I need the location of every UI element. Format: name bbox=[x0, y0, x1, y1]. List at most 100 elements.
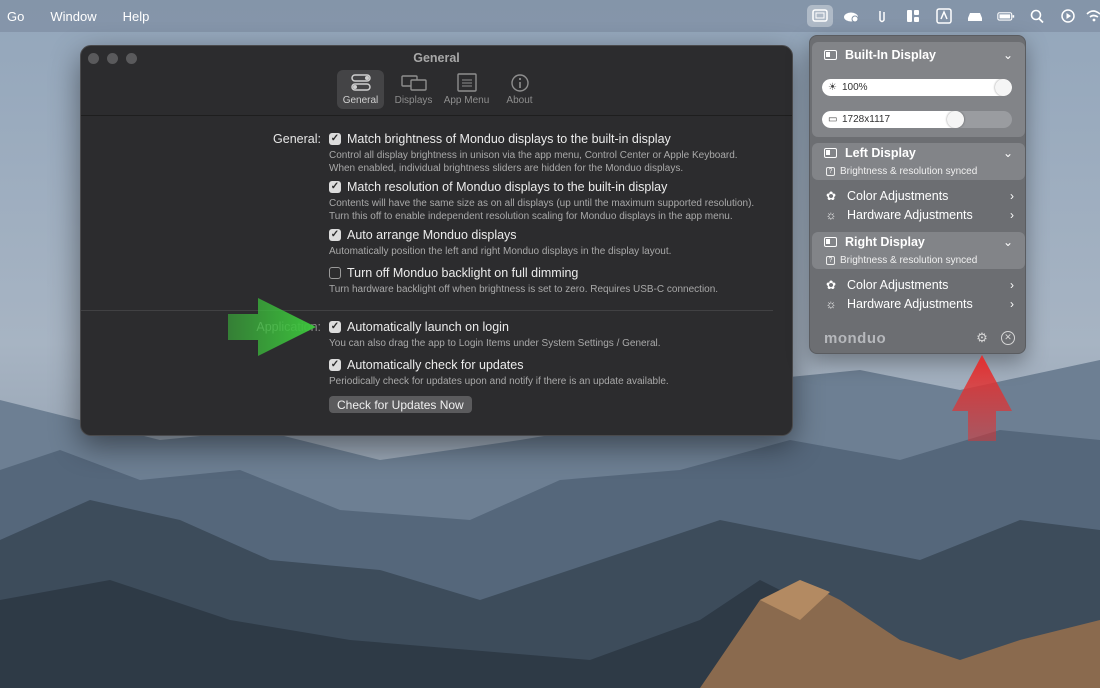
match-brightness-checkbox[interactable]: ✓ bbox=[329, 133, 341, 145]
display-screen-icon bbox=[824, 148, 837, 158]
match-resolution-desc: Contents will have the same size as on a… bbox=[329, 198, 755, 222]
toolbar-divider bbox=[81, 115, 792, 116]
right-color-adj-label: Color Adjustments bbox=[847, 278, 949, 292]
right-hw-adj-label: Hardware Adjustments bbox=[847, 297, 973, 311]
settings-window: General General Displays App Menu About … bbox=[80, 45, 793, 436]
menu-go[interactable]: Go bbox=[7, 9, 24, 24]
brightness-slider-knob[interactable] bbox=[995, 79, 1012, 96]
sun-icon: ☼ bbox=[825, 297, 837, 311]
car-icon[interactable] bbox=[962, 5, 988, 27]
left-display-header[interactable]: Left Display bbox=[824, 146, 916, 160]
menu-bar: Go Window Help bbox=[0, 0, 1100, 32]
launch-login-label: Automatically launch on login bbox=[347, 320, 509, 334]
wifi-icon[interactable] bbox=[1086, 5, 1100, 27]
section-divider bbox=[81, 310, 773, 311]
sun-icon: ☼ bbox=[825, 208, 837, 222]
app-menu-icon bbox=[456, 73, 477, 92]
option-check-updates: ✓ Automatically check for updates Period… bbox=[329, 358, 669, 389]
weather-cloud-icon[interactable] bbox=[838, 5, 864, 27]
auto-arrange-label: Auto arrange Monduo displays bbox=[347, 228, 517, 242]
popover-footer: monduo ⚙ ✕ bbox=[810, 323, 1025, 353]
launch-login-desc: You can also drag the app to Login Items… bbox=[329, 338, 661, 349]
info-box-icon: ? bbox=[826, 256, 835, 265]
match-brightness-label: Match brightness of Monduo displays to t… bbox=[347, 132, 671, 146]
display-screen-icon bbox=[824, 50, 837, 60]
right-color-adjustments[interactable]: ✿ Color Adjustments › bbox=[824, 278, 1014, 292]
option-backlight-off: Turn off Monduo backlight on full dimmin… bbox=[329, 266, 718, 297]
red-arrow-icon bbox=[952, 355, 1012, 441]
left-hardware-adjustments[interactable]: ☼ Hardware Adjustments › bbox=[824, 208, 1015, 222]
resolution-value: 1728x1117 bbox=[842, 114, 891, 125]
brightness-value: 100% bbox=[842, 82, 868, 93]
battery-charging-icon[interactable] bbox=[993, 5, 1019, 27]
tab-general[interactable]: General bbox=[337, 70, 384, 109]
chevron-right-icon: › bbox=[1010, 297, 1014, 311]
check-updates-checkbox[interactable]: ✓ bbox=[329, 359, 341, 371]
sun-icon: ☀ bbox=[828, 82, 837, 93]
tab-general-label: General bbox=[342, 95, 379, 106]
chevron-right-icon: › bbox=[1010, 208, 1014, 222]
launch-login-checkbox[interactable]: ✓ bbox=[329, 321, 341, 333]
app-store-icon[interactable] bbox=[931, 5, 957, 27]
left-color-adj-label: Color Adjustments bbox=[847, 189, 949, 203]
palette-icon: ✿ bbox=[825, 278, 837, 292]
check-for-updates-button[interactable]: Check for Updates Now bbox=[329, 396, 472, 413]
right-display-header[interactable]: Right Display bbox=[824, 235, 925, 249]
menu-help[interactable]: Help bbox=[123, 9, 150, 24]
resolution-slider[interactable]: ▭ 1728x1117 bbox=[822, 111, 1012, 128]
auto-arrange-checkbox[interactable]: ✓ bbox=[329, 229, 341, 241]
window-title: General bbox=[413, 51, 460, 65]
option-auto-arrange: ✓ Auto arrange Monduo displays Automatic… bbox=[329, 228, 671, 259]
menu-window[interactable]: Window bbox=[50, 9, 96, 24]
green-arrow-icon bbox=[228, 298, 316, 356]
right-sync-text: Brightness & resolution synced bbox=[840, 255, 978, 266]
window-titlebar: General General Displays App Menu About bbox=[81, 46, 792, 116]
left-sync-text: Brightness & resolution synced bbox=[840, 166, 978, 177]
backlight-off-label: Turn off Monduo backlight on full dimmin… bbox=[347, 266, 579, 280]
left-color-adjustments[interactable]: ✿ Color Adjustments › bbox=[824, 189, 1014, 203]
display-icon: ▭ bbox=[828, 114, 838, 125]
option-match-resolution: ✓ Match resolution of Monduo displays to… bbox=[329, 180, 754, 223]
match-resolution-label: Match resolution of Monduo displays to t… bbox=[347, 180, 668, 194]
general-section-label: General: bbox=[273, 132, 321, 146]
window-layout-icon[interactable] bbox=[900, 5, 926, 27]
palette-icon: ✿ bbox=[825, 189, 837, 203]
left-display-title: Left Display bbox=[845, 146, 916, 160]
tab-displays[interactable]: Displays bbox=[390, 70, 437, 109]
check-updates-desc: Periodically check for updates upon and … bbox=[329, 376, 669, 387]
chevron-down-icon[interactable]: ⌄ bbox=[1003, 235, 1013, 249]
chevron-down-icon[interactable]: ⌄ bbox=[1003, 48, 1013, 62]
chevron-down-icon[interactable]: ⌄ bbox=[1003, 146, 1013, 160]
option-launch-login: ✓ Automatically launch on login You can … bbox=[329, 320, 661, 351]
toggles-icon bbox=[350, 74, 371, 91]
builtin-display-header[interactable]: Built-In Display bbox=[824, 48, 936, 62]
settings-toolbar: General Displays App Menu About bbox=[337, 70, 549, 109]
auto-arrange-desc: Automatically position the left and righ… bbox=[329, 246, 672, 257]
check-updates-label: Automatically check for updates bbox=[347, 358, 524, 372]
match-resolution-checkbox[interactable]: ✓ bbox=[329, 181, 341, 193]
brightness-slider[interactable]: ☀ 100% bbox=[822, 79, 1012, 96]
backlight-off-desc: Turn hardware backlight off when brightn… bbox=[329, 284, 719, 295]
builtin-display-title: Built-In Display bbox=[845, 48, 936, 62]
resolution-slider-knob[interactable] bbox=[947, 111, 964, 128]
display-screen-icon bbox=[824, 237, 837, 247]
left-hw-adj-label: Hardware Adjustments bbox=[847, 208, 973, 222]
displays-icon bbox=[400, 75, 427, 91]
info-box-icon: ? bbox=[826, 167, 835, 176]
right-hardware-adjustments[interactable]: ☼ Hardware Adjustments › bbox=[824, 297, 1015, 311]
chevron-right-icon: › bbox=[1010, 278, 1014, 292]
close-circle-icon[interactable]: ✕ bbox=[1001, 331, 1015, 345]
right-display-title: Right Display bbox=[845, 235, 925, 249]
gear-icon[interactable]: ⚙ bbox=[975, 331, 989, 345]
tab-app-menu[interactable]: App Menu bbox=[443, 70, 490, 109]
chevron-right-icon: › bbox=[1010, 189, 1014, 203]
tab-about[interactable]: About bbox=[496, 70, 543, 109]
paperclip-icon[interactable] bbox=[869, 5, 895, 27]
tab-displays-label: Displays bbox=[394, 95, 433, 106]
backlight-off-checkbox[interactable] bbox=[329, 267, 341, 279]
match-brightness-desc: Control all display brightness in unison… bbox=[329, 150, 738, 174]
play-circle-icon[interactable] bbox=[1055, 5, 1081, 27]
monduo-display-icon[interactable] bbox=[807, 5, 833, 27]
monduo-popover: Built-In Display ⌄ ☀ 100% ▭ 1728x1117 Le… bbox=[809, 35, 1026, 354]
spotlight-search-icon[interactable] bbox=[1024, 5, 1050, 27]
